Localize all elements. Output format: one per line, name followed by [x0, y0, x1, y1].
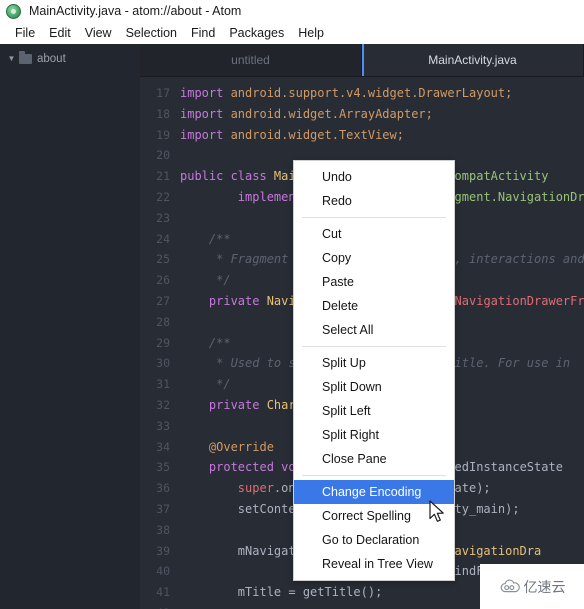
code-line: 18 import android.widget.ArrayAdapter; [140, 104, 584, 125]
tab-label: untitled [231, 53, 270, 67]
menu-bar: File Edit View Selection Find Packages Help [0, 22, 584, 44]
tree-item-about[interactable]: ▼ about [0, 50, 140, 68]
line-number: 29 [156, 335, 170, 350]
line-number: 35 [156, 460, 170, 475]
code-token: android.widget.ArrayAdapter; [230, 106, 433, 121]
menu-separator [302, 217, 446, 218]
line-number: 37 [156, 501, 170, 516]
menubar-item-help[interactable]: Help [291, 25, 331, 41]
menubar-item-view[interactable]: View [78, 25, 119, 41]
line-number: 20 [156, 148, 170, 163]
line-number: 23 [156, 210, 170, 225]
context-menu-item-go-to-declaration[interactable]: Go to Declaration [294, 528, 454, 552]
context-menu-item-redo[interactable]: Redo [294, 189, 454, 213]
context-menu-item-split-left[interactable]: Split Left [294, 399, 454, 423]
context-menu-item-select-all[interactable]: Select All [294, 318, 454, 342]
code-token: */ [180, 273, 231, 288]
code-token: import [180, 127, 231, 142]
code-token: import [180, 106, 231, 121]
tree-item-label: about [37, 53, 66, 65]
menubar-item-packages[interactable]: Packages [222, 25, 291, 41]
context-menu-item-correct-spelling[interactable]: Correct Spelling [294, 504, 454, 528]
code-token: public class [180, 169, 274, 184]
title-bar: MainActivity.java - atom://about - Atom [0, 0, 584, 22]
code-token: mTitle = getTitle(); [180, 585, 383, 600]
line-number: 21 [156, 169, 170, 184]
code-line-text[interactable]: import android.widget.TextView; [178, 125, 584, 146]
line-number: 38 [156, 522, 170, 537]
workspace: ▼ about untitled MainActivity.java 17 impo… [0, 44, 584, 609]
line-number: 17 [156, 86, 170, 100]
context-menu-item-copy[interactable]: Copy [294, 246, 454, 270]
context-menu-item-split-right[interactable]: Split Right [294, 423, 454, 447]
line-number: 30 [156, 356, 170, 371]
watermark-text: 亿速云 [523, 579, 566, 596]
context-menu-item-delete[interactable]: Delete [294, 294, 454, 318]
line-number: 18 [156, 106, 170, 121]
code-line: 19 import android.widget.TextView; [140, 125, 584, 146]
line-number: 25 [156, 252, 170, 267]
code-token: */ [180, 377, 231, 392]
tab-bar: untitled MainActivity.java [140, 44, 584, 77]
chevron-down-icon[interactable]: ▼ [6, 54, 17, 65]
context-menu-item-change-encoding[interactable]: Change Encoding [294, 480, 454, 504]
menubar-item-selection[interactable]: Selection [119, 25, 184, 41]
code-token: mNavigationDrawerFr [447, 293, 584, 308]
line-number: 41 [156, 585, 170, 600]
code-token: private [180, 293, 267, 308]
line-number: 36 [156, 481, 170, 496]
code-line: 17 import android.support.v4.widget.Drawe… [140, 83, 584, 104]
menubar-item-edit[interactable]: Edit [42, 25, 78, 41]
context-menu-item-undo[interactable]: Undo [294, 165, 454, 189]
menubar-item-file[interactable]: File [8, 25, 42, 41]
context-menu-item-paste[interactable]: Paste [294, 270, 454, 294]
line-number: 34 [156, 439, 170, 454]
code-token: protected [180, 460, 282, 475]
line-number: 28 [156, 314, 170, 329]
code-line-text[interactable]: import android.support.v4.widget.DrawerL… [178, 83, 584, 104]
tree-view-panel[interactable]: ▼ about [0, 44, 140, 609]
menubar-item-find[interactable]: Find [184, 25, 222, 41]
menu-separator [302, 475, 446, 476]
context-menu-item-split-down[interactable]: Split Down [294, 375, 454, 399]
code-token: super [180, 481, 274, 496]
line-number: 27 [156, 293, 170, 308]
line-number: 22 [156, 189, 170, 204]
context-menu-item-cut[interactable]: Cut [294, 222, 454, 246]
line-number: 40 [156, 564, 170, 579]
tab-label: MainActivity.java [428, 53, 517, 67]
line-number: 24 [156, 231, 170, 246]
code-token: android.support.v4.widget.DrawerLayout; [230, 86, 513, 100]
code-token: import [180, 86, 231, 100]
menu-separator [302, 346, 446, 347]
line-number: 39 [156, 543, 170, 558]
code-token: private [180, 397, 267, 412]
code-token: @Override [180, 439, 274, 454]
code-token: /** [180, 335, 231, 350]
line-number: 42 [140, 603, 178, 609]
code-token: android.widget.TextView; [230, 127, 404, 142]
tab-mainactivity-java[interactable]: MainActivity.java [362, 44, 584, 76]
code-token: /** [180, 231, 231, 246]
context-menu-item-reveal-in-tree-view[interactable]: Reveal in Tree View [294, 552, 454, 576]
line-number: 19 [156, 127, 170, 142]
context-menu-item-split-up[interactable]: Split Up [294, 351, 454, 375]
window-title: MainActivity.java - atom://about - Atom [29, 4, 242, 18]
line-number: 31 [156, 377, 170, 392]
atom-logo-icon [6, 3, 21, 19]
tab-untitled[interactable]: untitled [140, 44, 362, 76]
cloud-logo-icon [500, 579, 520, 593]
folder-icon [19, 51, 32, 64]
watermark: 亿速云 [480, 564, 584, 609]
code-line-text[interactable]: import android.widget.ArrayAdapter; [178, 104, 584, 125]
code-token: NavigationDra [447, 543, 542, 558]
line-number: 26 [156, 273, 170, 288]
editor-context-menu[interactable]: Undo Redo Cut Copy Paste Delete Select All Spli… [293, 160, 455, 581]
line-number: 33 [156, 418, 170, 433]
context-menu-item-close-pane[interactable]: Close Pane [294, 447, 454, 471]
atom-window: MainActivity.java - atom://about - Atom … [0, 0, 584, 609]
line-number: 32 [156, 397, 170, 412]
